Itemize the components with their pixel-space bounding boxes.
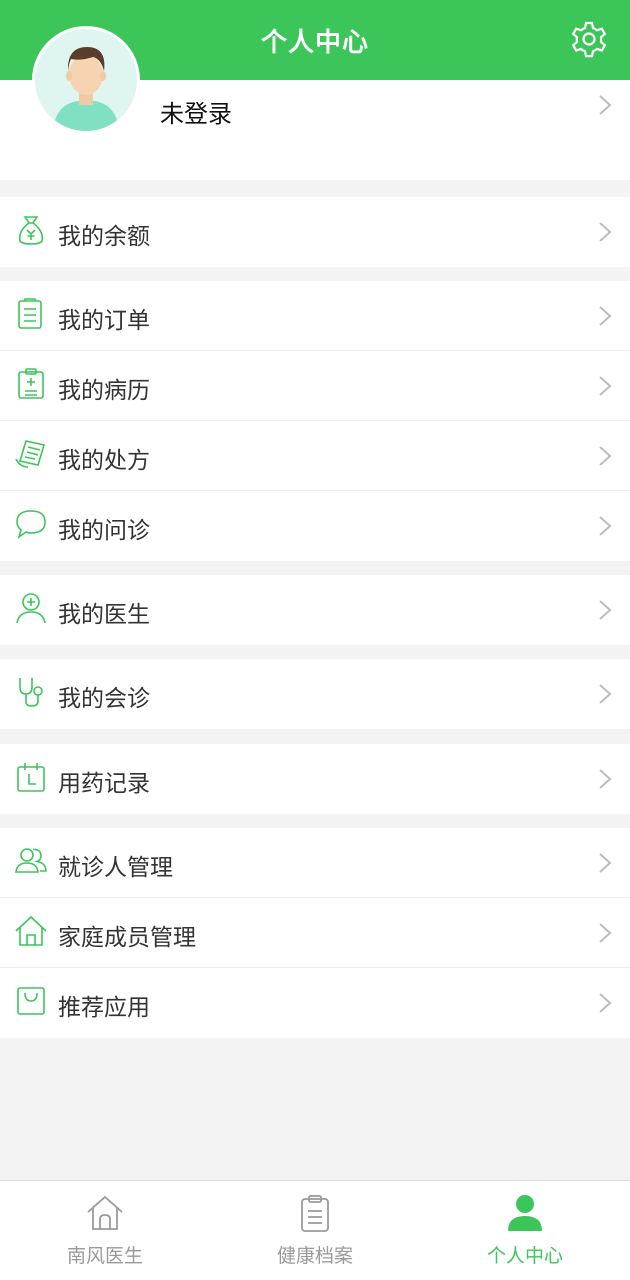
chevron-right-icon: [599, 600, 612, 620]
group-doctors: 我的医生: [0, 575, 630, 645]
medication-record-icon: [17, 763, 45, 792]
tab-health-records[interactable]: 健康档案: [210, 1181, 420, 1280]
menu-label: 我的订单: [58, 308, 150, 334]
chevron-right-icon: [599, 376, 612, 396]
menu-label: 用药记录: [58, 771, 150, 797]
chevron-right-icon: [599, 446, 612, 466]
gear-icon[interactable]: [570, 20, 608, 58]
shopping-bag-icon: [17, 987, 45, 1015]
menu-item-patient-management[interactable]: 就诊人管理: [0, 828, 630, 898]
user-avatar-icon: [35, 29, 137, 131]
menu-item-balance[interactable]: 我的余额: [0, 197, 630, 267]
chevron-right-icon: [599, 923, 612, 943]
clipboard-icon: [301, 1195, 329, 1232]
chevron-right-icon: [599, 684, 612, 704]
menu-item-joint-consultations[interactable]: 我的会诊: [0, 659, 630, 729]
menu-item-orders[interactable]: 我的订单: [0, 281, 630, 351]
chevron-right-icon: [599, 853, 612, 873]
chat-bubble-icon: [16, 510, 46, 539]
group-management: 就诊人管理 家庭成员管理 推荐应用: [0, 828, 630, 1038]
menu-item-prescriptions[interactable]: 我的处方: [0, 421, 630, 491]
person-icon: [508, 1195, 542, 1231]
menu-label: 我的会诊: [58, 686, 150, 712]
chevron-right-icon: [599, 769, 612, 789]
tab-home[interactable]: 南风医生: [0, 1181, 210, 1280]
menu-item-consultations[interactable]: 我的问诊: [0, 491, 630, 561]
menu-item-recommended-apps[interactable]: 推荐应用: [0, 968, 630, 1038]
menu-label: 家庭成员管理: [58, 925, 196, 951]
menu-label: 就诊人管理: [58, 855, 173, 881]
money-bag-icon: [18, 216, 44, 245]
chevron-right-icon: [599, 95, 612, 115]
menu-item-family-management[interactable]: 家庭成员管理: [0, 898, 630, 968]
stethoscope-icon: [19, 678, 43, 707]
page: 个人中心 未登录 我的余额 我的订单 我的病历 我的处方 我的问诊 我的医生 我…: [0, 0, 630, 1280]
group-balance: 我的余额: [0, 197, 630, 267]
login-status[interactable]: 未登录: [160, 94, 232, 129]
tab-label: 健康档案: [276, 1245, 353, 1267]
chevron-right-icon: [599, 993, 612, 1013]
doctor-icon: [16, 593, 46, 624]
tab-label: 南风医生: [66, 1245, 143, 1267]
menu-label: 我的余额: [58, 224, 150, 250]
group-joint-consults: 我的会诊: [0, 659, 630, 729]
group-medication: 用药记录: [0, 744, 630, 814]
menu-label: 推荐应用: [58, 995, 150, 1021]
clipboard-list-icon: [18, 298, 42, 329]
people-icon: [15, 848, 47, 873]
menu-label: 我的处方: [58, 448, 150, 474]
prescription-icon: [15, 440, 46, 468]
chevron-right-icon: [599, 516, 612, 536]
bottom-tab-bar: 南风医生 健康档案 个人中心: [0, 1180, 630, 1280]
medical-record-icon: [18, 368, 44, 399]
menu-label: 我的病历: [58, 378, 150, 404]
avatar[interactable]: [32, 26, 140, 134]
home-outline-icon: [87, 1195, 123, 1230]
chevron-right-icon: [599, 306, 612, 326]
menu-label: 我的医生: [58, 602, 150, 628]
menu-item-medical-records[interactable]: 我的病历: [0, 351, 630, 421]
home-icon: [15, 915, 47, 946]
tab-label: 个人中心: [486, 1245, 563, 1267]
group-records: 我的订单 我的病历 我的处方 我的问诊: [0, 281, 630, 561]
chevron-right-icon: [599, 222, 612, 242]
menu-label: 我的问诊: [58, 518, 150, 544]
menu-item-doctors[interactable]: 我的医生: [0, 575, 630, 645]
tab-personal-center[interactable]: 个人中心: [420, 1181, 630, 1280]
menu-item-medication-records[interactable]: 用药记录: [0, 744, 630, 814]
